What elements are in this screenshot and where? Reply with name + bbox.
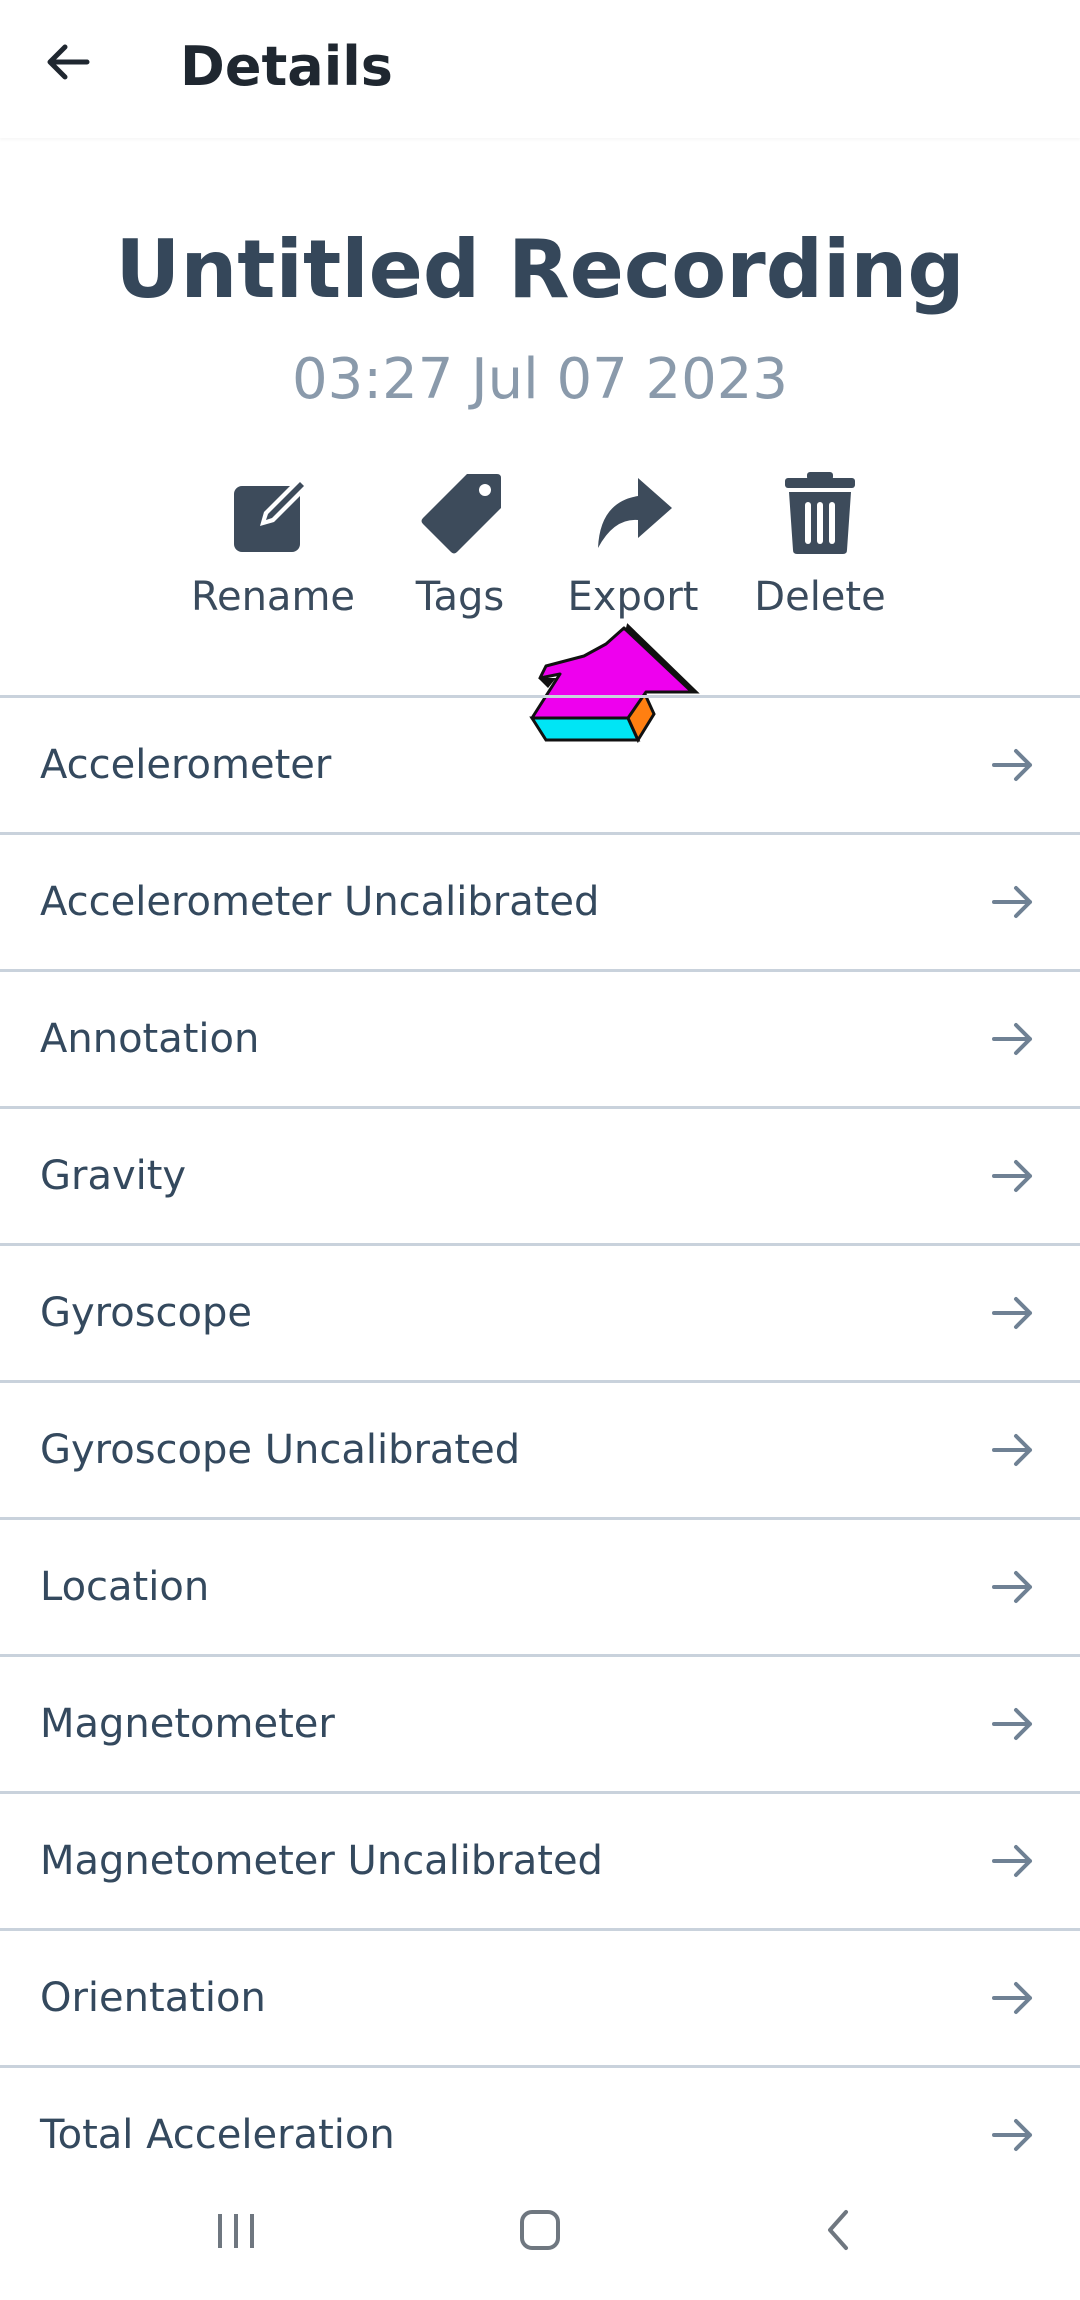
details-screen: Details Untitled Recording 03:27 Jul 07 … xyxy=(0,0,1080,2300)
nav-back-icon xyxy=(828,2210,848,2250)
arrow-right-icon xyxy=(992,886,1032,918)
list-item-label: Gravity xyxy=(40,1153,187,1199)
arrow-left-icon xyxy=(47,44,90,80)
home-button[interactable] xyxy=(500,2190,580,2270)
recording-date: 03:27 Jul 07 2023 xyxy=(291,347,789,412)
list-item-label: Location xyxy=(40,1564,210,1610)
export-button[interactable]: Export xyxy=(533,470,733,620)
list-item[interactable]: Gyroscope xyxy=(0,1243,1080,1380)
share-icon xyxy=(588,470,678,556)
list-item[interactable]: Orientation xyxy=(0,1928,1080,2065)
export-label: Export xyxy=(567,574,699,620)
tag-icon xyxy=(415,470,505,556)
arrow-right-icon xyxy=(992,1845,1032,1877)
list-item-label: Gyroscope xyxy=(40,1290,253,1336)
list-item[interactable]: Accelerometer xyxy=(0,695,1080,832)
sensor-list: Accelerometer Accelerometer Uncalibrated… xyxy=(0,695,1080,2202)
list-item[interactable]: Location xyxy=(0,1517,1080,1654)
delete-button[interactable]: Delete xyxy=(720,470,920,620)
list-item-label: Accelerometer Uncalibrated xyxy=(40,879,600,925)
list-item[interactable]: Annotation xyxy=(0,969,1080,1106)
list-item-label: Magnetometer xyxy=(40,1701,335,1747)
arrow-right-icon xyxy=(992,749,1032,781)
arrow-right-icon xyxy=(992,1571,1032,1603)
delete-label: Delete xyxy=(754,574,886,620)
system-nav-bar xyxy=(0,2160,1080,2300)
nav-back-button[interactable] xyxy=(800,2190,880,2270)
arrow-right-icon xyxy=(992,1297,1032,1329)
recording-title: Untitled Recording xyxy=(115,223,965,316)
back-button[interactable] xyxy=(36,30,100,94)
action-bar: Rename Tags Export Delete xyxy=(0,470,1080,630)
list-item[interactable]: Accelerometer Uncalibrated xyxy=(0,832,1080,969)
app-bar: Details xyxy=(0,0,1080,138)
list-item[interactable]: Gyroscope Uncalibrated xyxy=(0,1380,1080,1517)
list-item-label: Orientation xyxy=(40,1975,266,2021)
list-item-label: Magnetometer Uncalibrated xyxy=(40,1838,603,1884)
arrow-right-icon xyxy=(992,1434,1032,1466)
rename-button[interactable]: Rename xyxy=(173,470,373,620)
rename-label: Rename xyxy=(190,574,356,620)
list-item-label: Gyroscope Uncalibrated xyxy=(40,1427,521,1473)
page-title: Details xyxy=(180,35,393,98)
recent-apps-icon xyxy=(218,2214,254,2248)
arrow-right-icon xyxy=(992,1708,1032,1740)
list-item-label: Annotation xyxy=(40,1016,260,1062)
arrow-right-icon xyxy=(992,1982,1032,2014)
recent-apps-button[interactable] xyxy=(196,2190,276,2270)
trash-icon xyxy=(775,470,865,556)
arrow-right-icon xyxy=(992,2119,1032,2151)
tags-label: Tags xyxy=(415,574,505,620)
edit-icon xyxy=(228,470,318,556)
tags-button[interactable]: Tags xyxy=(360,470,560,620)
home-icon xyxy=(520,2210,560,2250)
list-item-label: Accelerometer xyxy=(40,742,332,788)
arrow-right-icon xyxy=(992,1160,1032,1192)
list-item[interactable]: Gravity xyxy=(0,1106,1080,1243)
arrow-right-icon xyxy=(992,1023,1032,1055)
list-item[interactable]: Magnetometer Uncalibrated xyxy=(0,1791,1080,1928)
list-item[interactable]: Magnetometer xyxy=(0,1654,1080,1791)
